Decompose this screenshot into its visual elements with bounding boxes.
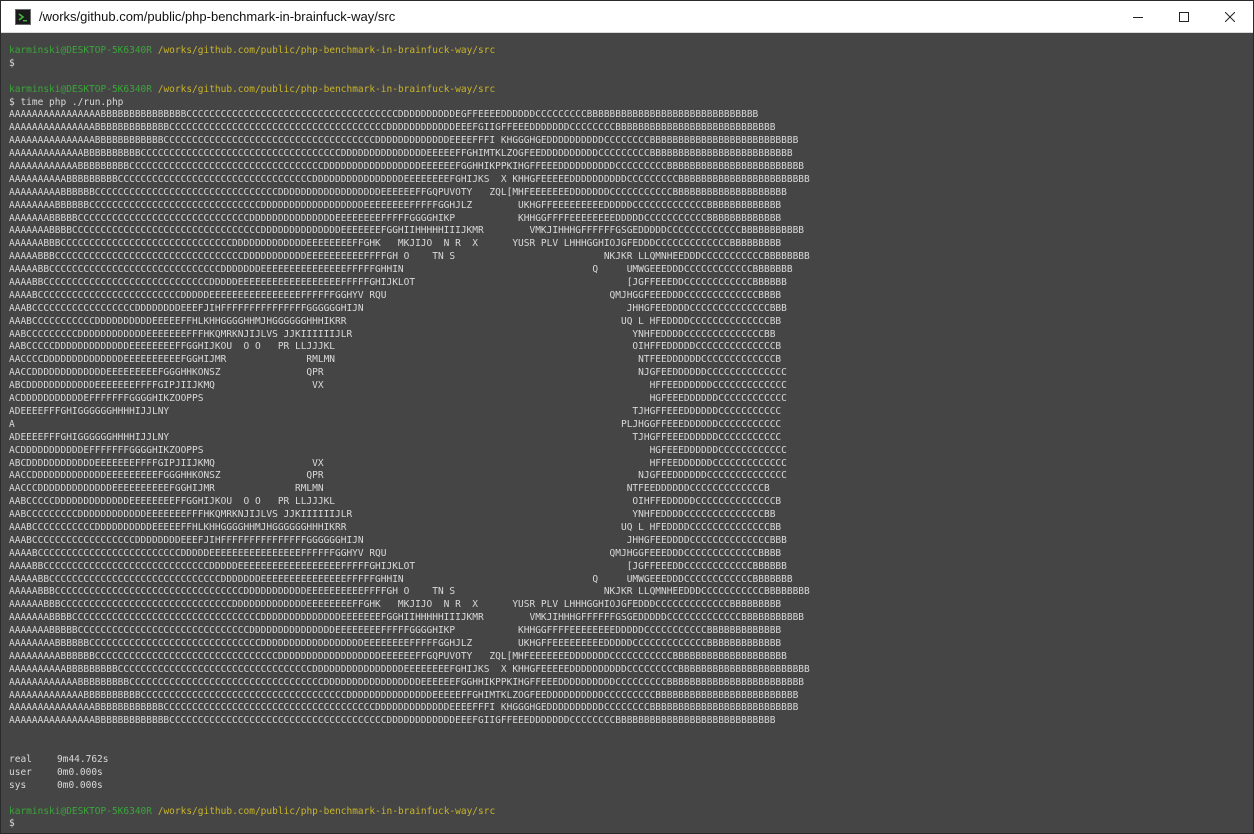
output-line: AAAABCCCCCCCCCCCCCCCCCCCCCCCCCDDDDDEEEEE… — [9, 289, 782, 301]
output-line: ABCDDDDDDDDDDDDEEEEEEEFFFFGIPJIIJKMQ VX … — [9, 457, 787, 469]
timing-value: 9m44.762s — [57, 753, 109, 765]
command-line: $ — [9, 818, 15, 829]
output-line: AAAAAAAAAAAAAAABBBBBBBBBBBBCCCCCCCCCCCCC… — [9, 135, 799, 147]
command-line: $ — [9, 57, 15, 69]
timing-output: real 9m44.762s user 0m0.000s sys 0m0.000s — [9, 754, 1241, 793]
output-line: AAAAAAAABBBBBBCCCCCCCCCCCCCCCCCCCCCCCCCC… — [9, 637, 782, 649]
output-line: AAAAABBCCCCCCCCCCCCCCCCCCCCCCCCCCCCCCDDD… — [9, 573, 793, 585]
terminal-app-icon — [15, 8, 31, 25]
timing-line: sys 0m0.000s — [9, 780, 1241, 793]
window-controls — [1115, 1, 1253, 32]
minimize-icon[interactable] — [1115, 1, 1161, 32]
prompt-user: karminski@DESKTOP-5K6340R — [9, 805, 152, 817]
output-line: ADEEEEFFFGHIGGGGGGHHHHIJJLNY TJHGFFEEEDD… — [9, 405, 782, 417]
output-line: ACDDDDDDDDDDDEFFFFFFFGGGGHIKZOOPPS HGFEE… — [9, 393, 787, 405]
output-line: AAAAAAABBBBBCCCCCCCCCCCCCCCCCCCCCCCCCCCC… — [9, 212, 782, 224]
prompt-user: karminski@DESKTOP-5K6340R — [9, 83, 152, 95]
timing-value: 0m0.000s — [57, 779, 103, 791]
title-bar[interactable]: /works/github.com/public/php-benchmark-i… — [1, 1, 1253, 33]
output-line: AACCCCDDDDDDDDDDDDDDEEEEEEEEEEFGGHIJMR R… — [9, 354, 782, 366]
output-line: AAAAAAAAAAAAAAABBBBBBBBBBBBBCCCCCCCCCCCC… — [9, 715, 776, 727]
output-line: AAAAAAABBBBCCCCCCCCCCCCCCCCCCCCCCCCCCCCC… — [9, 612, 805, 624]
output-line: AACCCDDDDDDDDDDDDDEEEEEEEEEEFGGHIJMR RML… — [9, 483, 770, 495]
prompt-user: karminski@DESKTOP-5K6340R — [9, 45, 152, 56]
output-line: AAAAABBBCCCCCCCCCCCCCCCCCCCCCCCCCCCCCCCC… — [9, 251, 810, 263]
output-line: AAABCCCCCCCCCCCCCCCCCCDDDDDDDDEEEFJIHFFF… — [9, 534, 787, 546]
mandelbrot-output: AAAAAAAAAAAAAAAABBBBBBBBBBBBBBBCCCCCCCCC… — [9, 109, 1241, 728]
output-line: AAABCCCCCCCCCCCDDDDDDDDDDEEEEEFFHLKHHGGG… — [9, 521, 782, 533]
output-line: AAAABBCCCCCCCCCCCCCCCCCCCCCCCCCCCCCDDDDD… — [9, 560, 787, 572]
output-line: AAAAAAAAAAAAAAABBBBBBBBBBBBCCCCCCCCCCCCC… — [9, 702, 799, 714]
output-line: AAAAAAAABBBBBBCCCCCCCCCCCCCCCCCCCCCCCCCC… — [9, 199, 782, 211]
timing-value: 0m0.000s — [57, 766, 103, 778]
output-line: AABCCCCCCCCCDDDDDDDDDDDDEEEEEEEFFFHKQMRK… — [9, 509, 776, 521]
output-line: AAAAAABBBCCCCCCCCCCCCCCCCCCCCCCCCCCCCCCD… — [9, 599, 782, 611]
prompt-path: /works/github.com/public/php-benchmark-i… — [157, 83, 496, 95]
terminal-window: /works/github.com/public/php-benchmark-i… — [0, 0, 1254, 834]
output-line: AABCCCCCDDDDDDDDDDDDDEEEEEEEEFFGGHIJKOU … — [9, 496, 782, 508]
timing-label: real — [9, 753, 32, 765]
output-line: AABCCCCCCCCCDDDDDDDDDDDDEEEEEEEFFFHKQMRK… — [9, 328, 776, 340]
output-line: AAABCCCCCCCCCCCDDDDDDDDDDEEEEEFFHLKHHGGG… — [9, 315, 782, 327]
output-line: AAAAABBBCCCCCCCCCCCCCCCCCCCCCCCCCCCCCCCC… — [9, 586, 810, 598]
timing-label: user — [9, 766, 32, 778]
prompt-path: /works/github.com/public/php-benchmark-i… — [157, 805, 496, 817]
output-line: AAAAAAAAABBBBBBCCCCCCCCCCCCCCCCCCCCCCCCC… — [9, 650, 787, 662]
close-icon[interactable] — [1207, 1, 1253, 32]
command-line: $ time php ./run.php — [9, 96, 124, 108]
output-line: A PLJHGGFFEEEDDDDDDCCCCCCCCCCC — [9, 418, 782, 430]
prompt-line: karminski@DESKTOP-5K6340R /works/github.… — [9, 806, 1241, 819]
window-title: /works/github.com/public/php-benchmark-i… — [39, 9, 396, 24]
output-line: AACCDDDDDDDDDDDDDEEEEEEEEEFGGGHHKONSZ QP… — [9, 367, 787, 379]
output-line: AAABCCCCCCCCCCCCCCCCCCDDDDDDDDEEEFJIHFFF… — [9, 302, 787, 314]
output-line: AAAAAAAAAABBBBBBBBBCCCCCCCCCCCCCCCCCCCCC… — [9, 663, 810, 675]
timing-line: user 0m0.000s — [9, 767, 1241, 780]
output-line: AAAAAAAAAAAABBBBBBBBBCCCCCCCCCCCCCCCCCCC… — [9, 161, 805, 173]
output-line: AAAAABBCCCCCCCCCCCCCCCCCCCCCCCCCCCCCCDDD… — [9, 264, 793, 276]
output-line: AABCCCCCDDDDDDDDDDDDDEEEEEEEEFFGGHIJKOU … — [9, 341, 782, 353]
timing-line: real 9m44.762s — [9, 754, 1241, 767]
output-line: ADEEEEFFFGHIGGGGGGHHHHIJJLNY TJHGFFEEEDD… — [9, 431, 782, 443]
output-line: AAAAAAABBBBBCCCCCCCCCCCCCCCCCCCCCCCCCCCC… — [9, 625, 782, 637]
maximize-icon[interactable] — [1161, 1, 1207, 32]
output-line: AAAABBCCCCCCCCCCCCCCCCCCCCCCCCCCCCCDDDDD… — [9, 277, 787, 289]
prompt-line: karminski@DESKTOP-5K6340R /works/github.… — [9, 45, 1241, 58]
output-line: AAAAAAAAAAAABBBBBBBBBCCCCCCCCCCCCCCCCCCC… — [9, 676, 805, 688]
output-line: AAAAAABBBCCCCCCCCCCCCCCCCCCCCCCCCCCCCCCD… — [9, 238, 782, 250]
output-line: AAAAAAAAAAAAABBBBBBBBBBCCCCCCCCCCCCCCCCC… — [9, 689, 799, 701]
output-line: AAAAAAAAABBBBBBCCCCCCCCCCCCCCCCCCCCCCCCC… — [9, 186, 787, 198]
prompt-path: /works/github.com/public/php-benchmark-i… — [157, 45, 496, 56]
output-line: AAAAAAABBBBCCCCCCCCCCCCCCCCCCCCCCCCCCCCC… — [9, 225, 805, 237]
output-line: ABCDDDDDDDDDDDDEEEEEEEFFFFGIPJIIJKMQ VX … — [9, 380, 787, 392]
output-line: AAAABCCCCCCCCCCCCCCCCCCCCCCCCCDDDDDEEEEE… — [9, 547, 782, 559]
output-line: AAAAAAAAAAAAABBBBBBBBBBCCCCCCCCCCCCCCCCC… — [9, 148, 793, 160]
output-line: AAAAAAAAAABBBBBBBBBCCCCCCCCCCCCCCCCCCCCC… — [9, 173, 810, 185]
timing-label: sys — [9, 779, 27, 791]
output-line: AAAAAAAAAAAAAAAABBBBBBBBBBBBBBBCCCCCCCCC… — [9, 109, 759, 121]
prompt-line: karminski@DESKTOP-5K6340R /works/github.… — [9, 84, 1241, 97]
terminal-output[interactable]: karminski@DESKTOP-5K6340R /works/github.… — [9, 45, 1241, 829]
output-line: AAAAAAAAAAAAAAABBBBBBBBBBBBBCCCCCCCCCCCC… — [9, 122, 776, 134]
output-line: AACCDDDDDDDDDDDDDEEEEEEEEEFGGGHHKONSZ QP… — [9, 470, 787, 482]
output-line: ACDDDDDDDDDDDEFFFFFFFGGGGHIKZOOPPS HGFEE… — [9, 444, 787, 456]
